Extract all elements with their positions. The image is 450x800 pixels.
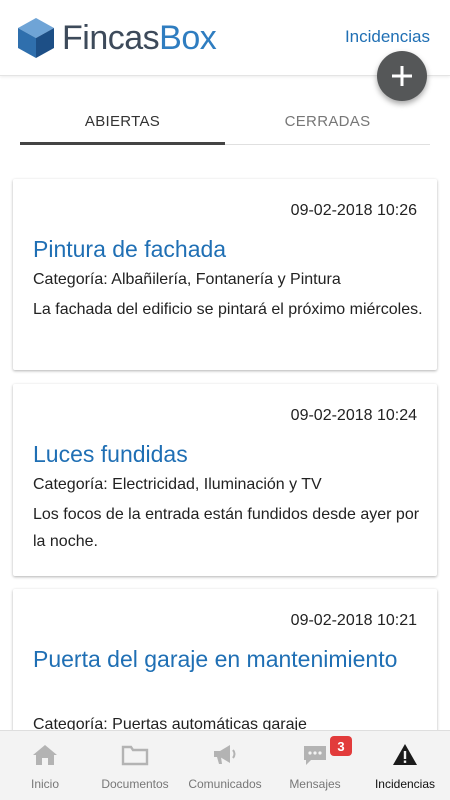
brand-name-box: Box xyxy=(159,19,217,57)
fincasbox-logo: FincasBox xyxy=(16,14,217,62)
nav-label: Comunicados xyxy=(188,777,262,791)
tab-cerradas[interactable]: CERRADAS xyxy=(225,96,430,146)
tab-abiertas[interactable]: ABIERTAS xyxy=(20,96,225,146)
warning-icon xyxy=(389,741,421,769)
incident-date: 09-02-2018 10:24 xyxy=(290,407,417,424)
megaphone-icon xyxy=(209,741,241,769)
incident-title[interactable]: Pintura de fachada xyxy=(33,231,413,268)
nav-label: Mensajes xyxy=(289,777,341,791)
nav-comunicados[interactable]: Comunicados xyxy=(180,731,270,800)
incidencias-header-link[interactable]: Incidencias xyxy=(345,27,430,47)
incident-category: Categoría: Electricidad, Iluminación y T… xyxy=(33,476,322,493)
nav-label: Incidencias xyxy=(374,777,436,791)
folder-icon xyxy=(119,741,151,769)
nav-label: Documentos xyxy=(101,777,169,791)
home-icon xyxy=(29,741,61,769)
nav-label: Inicio xyxy=(30,777,59,791)
incident-description: Los focos de la entrada están fundidos d… xyxy=(33,506,420,550)
active-tab-indicator xyxy=(20,142,225,145)
incident-card[interactable]: 09-02-2018 10:24 Luces fundidas Categorí… xyxy=(13,384,437,576)
nav-inicio[interactable]: Inicio xyxy=(0,731,90,800)
add-incident-button[interactable] xyxy=(377,51,427,101)
incident-title[interactable]: Puerta del garaje en mantenimiento xyxy=(33,641,413,678)
plus-icon xyxy=(392,66,412,86)
incident-description: La fachada del edificio se pintará el pr… xyxy=(33,301,423,318)
incident-card[interactable]: 09-02-2018 10:21 Puerta del garaje en ma… xyxy=(13,589,437,749)
incident-date: 09-02-2018 10:21 xyxy=(290,612,417,629)
bottom-navigation: Inicio Documentos Comunicados Mensajes 3… xyxy=(0,730,450,800)
brand-name-fincas: Fincas xyxy=(62,19,160,57)
nav-incidencias[interactable]: Incidencias xyxy=(360,731,450,800)
status-tabs: ABIERTAS CERRADAS xyxy=(20,96,430,148)
messages-unread-badge: 3 xyxy=(330,736,352,756)
incident-date: 09-02-2018 10:26 xyxy=(290,202,417,219)
nav-documentos[interactable]: Documentos xyxy=(90,731,180,800)
chat-icon xyxy=(299,741,331,769)
incident-title[interactable]: Luces fundidas xyxy=(33,436,413,473)
cube-logo-icon xyxy=(18,18,54,58)
incident-category: Categoría: Albañilería, Fontanería y Pin… xyxy=(33,271,341,288)
incident-card[interactable]: 09-02-2018 10:26 Pintura de fachada Cate… xyxy=(13,179,437,370)
